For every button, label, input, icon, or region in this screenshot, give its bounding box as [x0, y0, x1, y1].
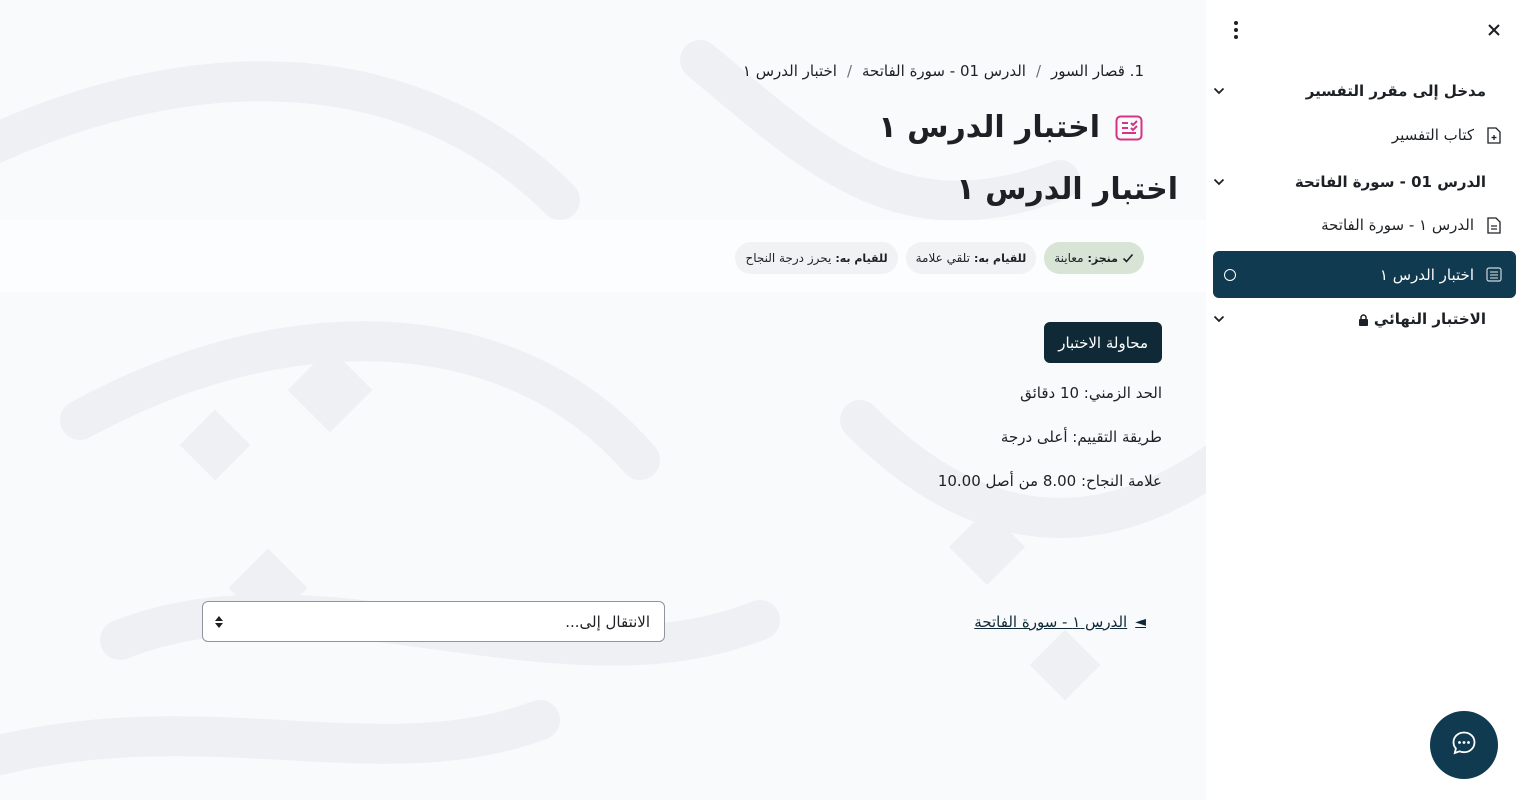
jump-to-select[interactable]: الانتقال إلى...	[202, 601, 665, 642]
arrow-left-icon: ◄	[1135, 614, 1146, 630]
previous-activity-link[interactable]: ◄ الدرس ١ - سورة الفاتحة	[974, 613, 1146, 631]
completion-prefix: للقيام به:	[835, 251, 888, 265]
completion-value: يحرز درجة النجاح	[745, 251, 832, 265]
attempt-quiz-button[interactable]: محاولة الاختبار	[1044, 322, 1162, 363]
completion-prefix: للقيام به:	[973, 251, 1027, 265]
breadcrumb-item-section[interactable]: الدرس 01 - سورة الفاتحة	[862, 62, 1026, 80]
completion-requirements: منجز: معاينة للقيام به: تلقي علامة للقيا…	[735, 242, 1144, 274]
item-label: كتاب التفسير	[1391, 126, 1474, 144]
previous-activity-label: الدرس ١ - سورة الفاتحة	[974, 613, 1128, 631]
section-label: الاختبار النهائي	[1234, 310, 1502, 328]
section-label: مدخل إلى مقرر التفسير	[1305, 82, 1486, 100]
jump-to-placeholder: الانتقال إلى...	[565, 612, 650, 631]
chat-button[interactable]	[1430, 711, 1498, 779]
close-icon[interactable]	[1484, 20, 1504, 40]
sidebar-item-lesson-quiz[interactable]: اختبار الدرس ١	[1213, 251, 1516, 298]
completion-badge-todo: للقيام به: تلقي علامة	[905, 242, 1037, 274]
sidebar-section-intro[interactable]: مدخل إلى مقرر التفسير	[1212, 82, 1502, 100]
chevron-down-icon[interactable]	[1212, 84, 1226, 98]
quiz-icon	[1114, 113, 1144, 143]
sidebar-section-lesson-01[interactable]: الدرس 01 - سورة الفاتحة	[1212, 173, 1502, 191]
item-label: الدرس ١ - سورة الفاتحة	[1321, 216, 1474, 234]
check-icon	[1122, 252, 1134, 264]
completion-value: تلقي علامة	[915, 251, 970, 265]
chevron-down-icon[interactable]	[1212, 312, 1226, 326]
completion-prefix: منجز:	[1087, 251, 1118, 265]
time-limit: الحد الزمني: 10 دقائق	[1020, 384, 1162, 402]
breadcrumb: 1. قصار السور / الدرس 01 - سورة الفاتحة …	[743, 62, 1144, 80]
page-header: اختبار الدرس ١	[878, 110, 1144, 145]
item-label: اختبار الدرس ١	[1379, 265, 1474, 284]
book-icon	[1486, 126, 1502, 144]
breadcrumb-separator: /	[846, 62, 852, 80]
pass-grade: علامة النجاح: 8.00 من أصل 10.00	[937, 472, 1162, 490]
sidebar-item-lesson-page[interactable]: الدرس ١ - سورة الفاتحة	[1212, 216, 1502, 234]
sidebar-item-tafsir-book[interactable]: كتاب التفسير	[1212, 126, 1502, 144]
select-arrows-icon	[215, 615, 223, 628]
more-options-icon[interactable]	[1230, 20, 1242, 40]
section-label: الدرس 01 - سورة الفاتحة	[1294, 173, 1486, 191]
sidebar-section-final-exam[interactable]: الاختبار النهائي	[1212, 310, 1502, 328]
completion-badge-todo: للقيام به: يحرز درجة النجاح	[735, 242, 898, 274]
completion-status-icon	[1224, 269, 1236, 281]
page-icon	[1486, 216, 1502, 234]
grading-method: طريقة التقييم: أعلى درجة	[1000, 428, 1162, 446]
activity-heading: اختبار الدرس ١	[956, 172, 1178, 207]
breadcrumb-item-current: اختبار الدرس ١	[742, 62, 837, 80]
breadcrumb-item-course[interactable]: 1. قصار السور	[1051, 62, 1144, 80]
lock-icon	[1358, 313, 1369, 326]
chevron-down-icon[interactable]	[1212, 175, 1226, 189]
page-title: اختبار الدرس ١	[878, 110, 1100, 145]
completion-badge-done: منجز: معاينة	[1044, 242, 1144, 274]
course-index-drawer: مدخل إلى مقرر التفسير كتاب التفسير الدرس…	[1206, 0, 1522, 800]
main-content: 1. قصار السور / الدرس 01 - سورة الفاتحة …	[0, 0, 1206, 800]
quiz-icon	[1486, 267, 1502, 283]
breadcrumb-separator: /	[1035, 62, 1042, 80]
chat-icon	[1451, 730, 1477, 760]
section-label-text: الاختبار النهائي	[1373, 310, 1486, 328]
completion-value: معاينة	[1054, 251, 1084, 265]
